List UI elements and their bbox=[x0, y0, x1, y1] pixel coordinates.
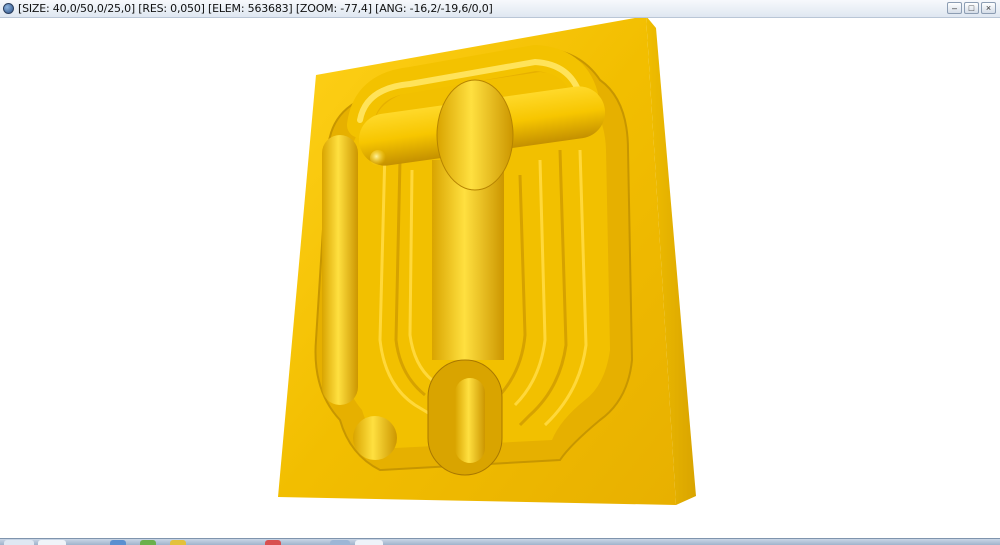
taskbar bbox=[0, 538, 1000, 545]
mold-model bbox=[278, 16, 696, 505]
taskbar-item[interactable] bbox=[355, 540, 383, 545]
minimize-button[interactable]: – bbox=[947, 2, 962, 14]
top-knob bbox=[436, 79, 514, 191]
window-controls: – □ × bbox=[947, 2, 996, 15]
window-title: [SIZE: 40,0/50,0/25,0] [RES: 0,050] [ELE… bbox=[18, 2, 493, 15]
app-icon[interactable] bbox=[3, 3, 14, 14]
taskbar-item[interactable] bbox=[170, 540, 186, 545]
taskbar-item[interactable] bbox=[110, 540, 126, 545]
taskbar-item[interactable] bbox=[38, 540, 66, 545]
close-button[interactable]: × bbox=[981, 2, 996, 14]
window-titlebar: [SIZE: 40,0/50,0/25,0] [RES: 0,050] [ELE… bbox=[0, 0, 1000, 18]
taskbar-item[interactable] bbox=[265, 540, 281, 545]
taskbar-item[interactable] bbox=[4, 540, 34, 545]
maximize-button[interactable]: □ bbox=[964, 2, 979, 14]
center-post-channel bbox=[432, 160, 504, 360]
taskbar-item[interactable] bbox=[140, 540, 156, 545]
3d-viewport[interactable] bbox=[0, 16, 1000, 538]
taskbar-item[interactable] bbox=[330, 540, 350, 545]
left-channel bbox=[322, 135, 358, 405]
